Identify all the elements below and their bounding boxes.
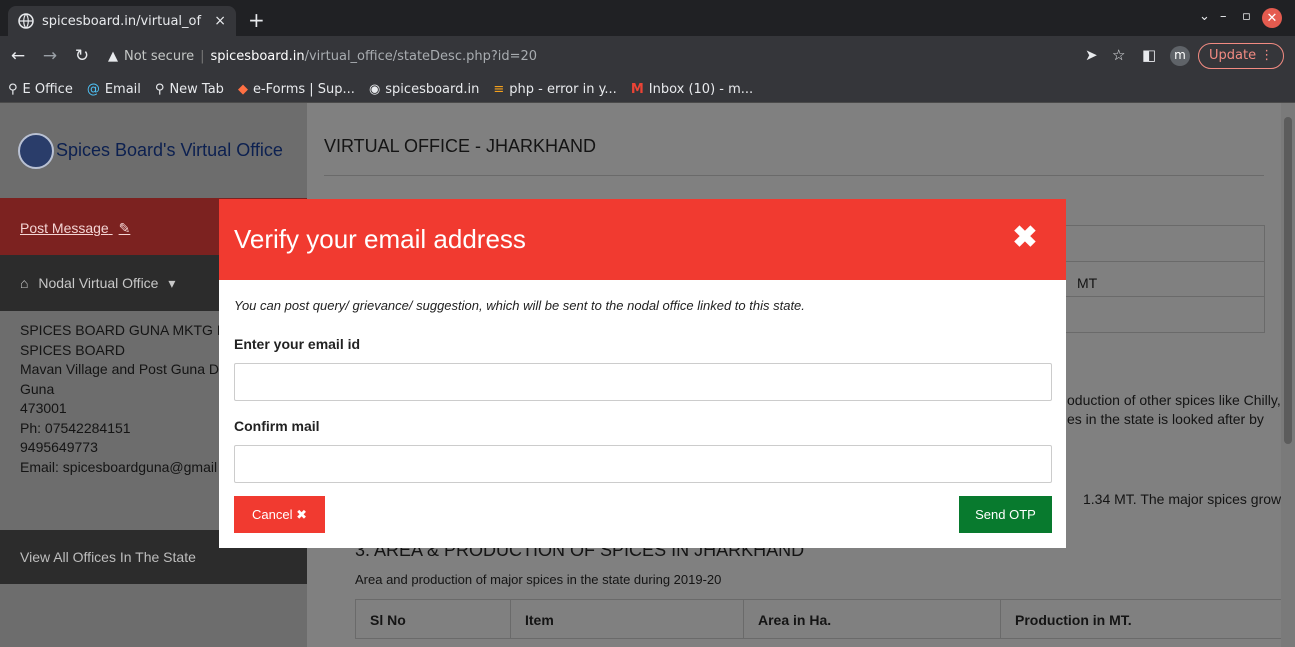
eforms-icon: ◆ — [237, 81, 248, 97]
description-text: 1.34 MT. The major spices grown — [1083, 491, 1289, 507]
confirm-email-label: Confirm mail — [234, 418, 320, 434]
brand-title: Spices Board's Virtual Office — [56, 140, 283, 160]
url-path: /virtual_office/stateDesc.php?id=20 — [304, 48, 538, 64]
info-cell-mt: MT — [1077, 275, 1098, 291]
tab-title: spicesboard.in/virtual_of — [42, 13, 202, 29]
bookmark-eforms[interactable]: ◆ e-Forms | Sup... — [238, 82, 355, 97]
cancel-button[interactable]: Cancel ✖ — [234, 496, 325, 533]
tab-search-icon[interactable]: ⌄ — [1199, 9, 1210, 24]
brand[interactable]: Spices Board's Virtual Office — [0, 103, 307, 198]
modal-title: Verify your email address — [234, 224, 526, 254]
send-icon[interactable]: ➤ — [1085, 46, 1098, 64]
reload-icon[interactable]: ↻ — [72, 46, 92, 66]
bookmark-label: spicesboard.in — [385, 81, 480, 97]
url-separator: | — [200, 48, 205, 64]
bookmark-spicesboard[interactable]: ◉ spicesboard.in — [369, 82, 479, 97]
page-title: VIRTUAL OFFICE - JHARKHAND — [324, 136, 597, 156]
forward-icon[interactable]: → — [40, 46, 60, 66]
email-field[interactable] — [234, 363, 1052, 401]
bookmark-inbox[interactable]: M Inbox (10) - m... — [631, 82, 753, 97]
tab-close-icon[interactable]: × — [214, 13, 226, 29]
profile-avatar[interactable]: m — [1170, 46, 1190, 66]
browser-toolbar: ← → ↻ ▲ Not secure | spicesboard.in /vir… — [0, 36, 1295, 76]
url-host: spicesboard.in — [210, 48, 305, 64]
bookmark-new-tab[interactable]: ⚲ New Tab — [155, 82, 224, 97]
description-text: oduction of other spices like Chilly, — [1067, 392, 1281, 408]
stack-icon: ≡ — [493, 81, 505, 97]
bookmark-e-office[interactable]: ⚲ E Office — [8, 82, 73, 97]
page-scrollbar[interactable] — [1281, 103, 1295, 647]
bookmark-label: php - error in y... — [509, 81, 617, 97]
minimize-icon[interactable]: – — [1220, 9, 1227, 24]
confirm-email-field[interactable] — [234, 445, 1052, 483]
bookmark-label: E Office — [22, 81, 73, 97]
new-tab-button[interactable]: + — [248, 8, 265, 32]
address-bar[interactable]: ▲ Not secure | spicesboard.in /virtual_o… — [108, 42, 1048, 70]
bookmark-email[interactable]: @ Email — [87, 82, 141, 97]
table-header-cell: Item — [511, 600, 744, 638]
at-icon: @ — [86, 81, 100, 97]
spices-board-logo — [18, 132, 54, 169]
update-button[interactable]: Update ⋮ — [1198, 43, 1285, 69]
search-icon: ⚲ — [8, 81, 18, 97]
email-label: Enter your email id — [234, 336, 361, 352]
globe-icon — [18, 13, 34, 29]
description-text: es in the state is looked after by — [1067, 411, 1264, 427]
pencil-icon: ✎ — [118, 220, 131, 236]
office-icon: ⌂ — [20, 275, 29, 291]
back-icon[interactable]: ← — [8, 46, 28, 66]
modal-body: You can post query/ grievance/ suggestio… — [219, 280, 1066, 483]
scrollbar-thumb[interactable] — [1284, 117, 1292, 444]
table-header-cell: Sl No — [356, 600, 511, 638]
not-secure-label: Not secure — [124, 48, 195, 64]
bookmarks-bar: ⚲ E Office @ Email ⚲ New Tab ◆ e-Forms | Sup… — [0, 76, 1295, 103]
table-header-cell: Area in Ha. — [744, 600, 1001, 638]
globe-icon: ◉ — [368, 81, 381, 97]
sidepanel-icon[interactable]: ◧ — [1142, 46, 1156, 64]
warning-icon: ▲ — [108, 48, 118, 64]
update-label: Update — [1209, 48, 1257, 63]
send-otp-button[interactable]: Send OTP — [959, 496, 1052, 533]
bookmark-label: Email — [104, 81, 141, 97]
close-icon[interactable]: ✖ — [1010, 223, 1040, 253]
bookmark-php-error[interactable]: ≡ php - error in y... — [493, 82, 616, 97]
caret-down-icon: ▾ — [168, 275, 176, 291]
window-close-icon[interactable]: ✕ — [1262, 8, 1282, 28]
table-header-cell: Production in MT. — [1015, 612, 1132, 628]
spices-table-header: Sl No Item Area in Ha. Production in MT. — [355, 599, 1285, 639]
nodal-office-label: Nodal Virtual Office — [38, 275, 159, 291]
post-message-label: Post Message — [20, 220, 109, 236]
section-subtitle: Area and production of major spices in t… — [355, 572, 722, 587]
maximize-icon[interactable]: ▫ — [1242, 9, 1251, 24]
browser-tab[interactable]: spicesboard.in/virtual_of × — [8, 6, 236, 36]
tab-strip: spicesboard.in/virtual_of × + ⌄ – ▫ ✕ — [0, 0, 1295, 36]
modal-note: You can post query/ grievance/ suggestio… — [234, 298, 805, 313]
bookmark-label: New Tab — [169, 81, 224, 97]
bookmark-label: Inbox (10) - m... — [648, 81, 754, 97]
bookmark-label: e-Forms | Sup... — [252, 81, 355, 97]
verify-email-modal: Verify your email address ✖ You can post… — [219, 199, 1066, 548]
star-icon[interactable]: ☆ — [1112, 46, 1125, 64]
title-divider — [324, 175, 1264, 176]
modal-header: Verify your email address ✖ — [219, 199, 1066, 280]
search-icon: ⚲ — [154, 81, 165, 97]
gmail-icon: M — [630, 81, 644, 97]
